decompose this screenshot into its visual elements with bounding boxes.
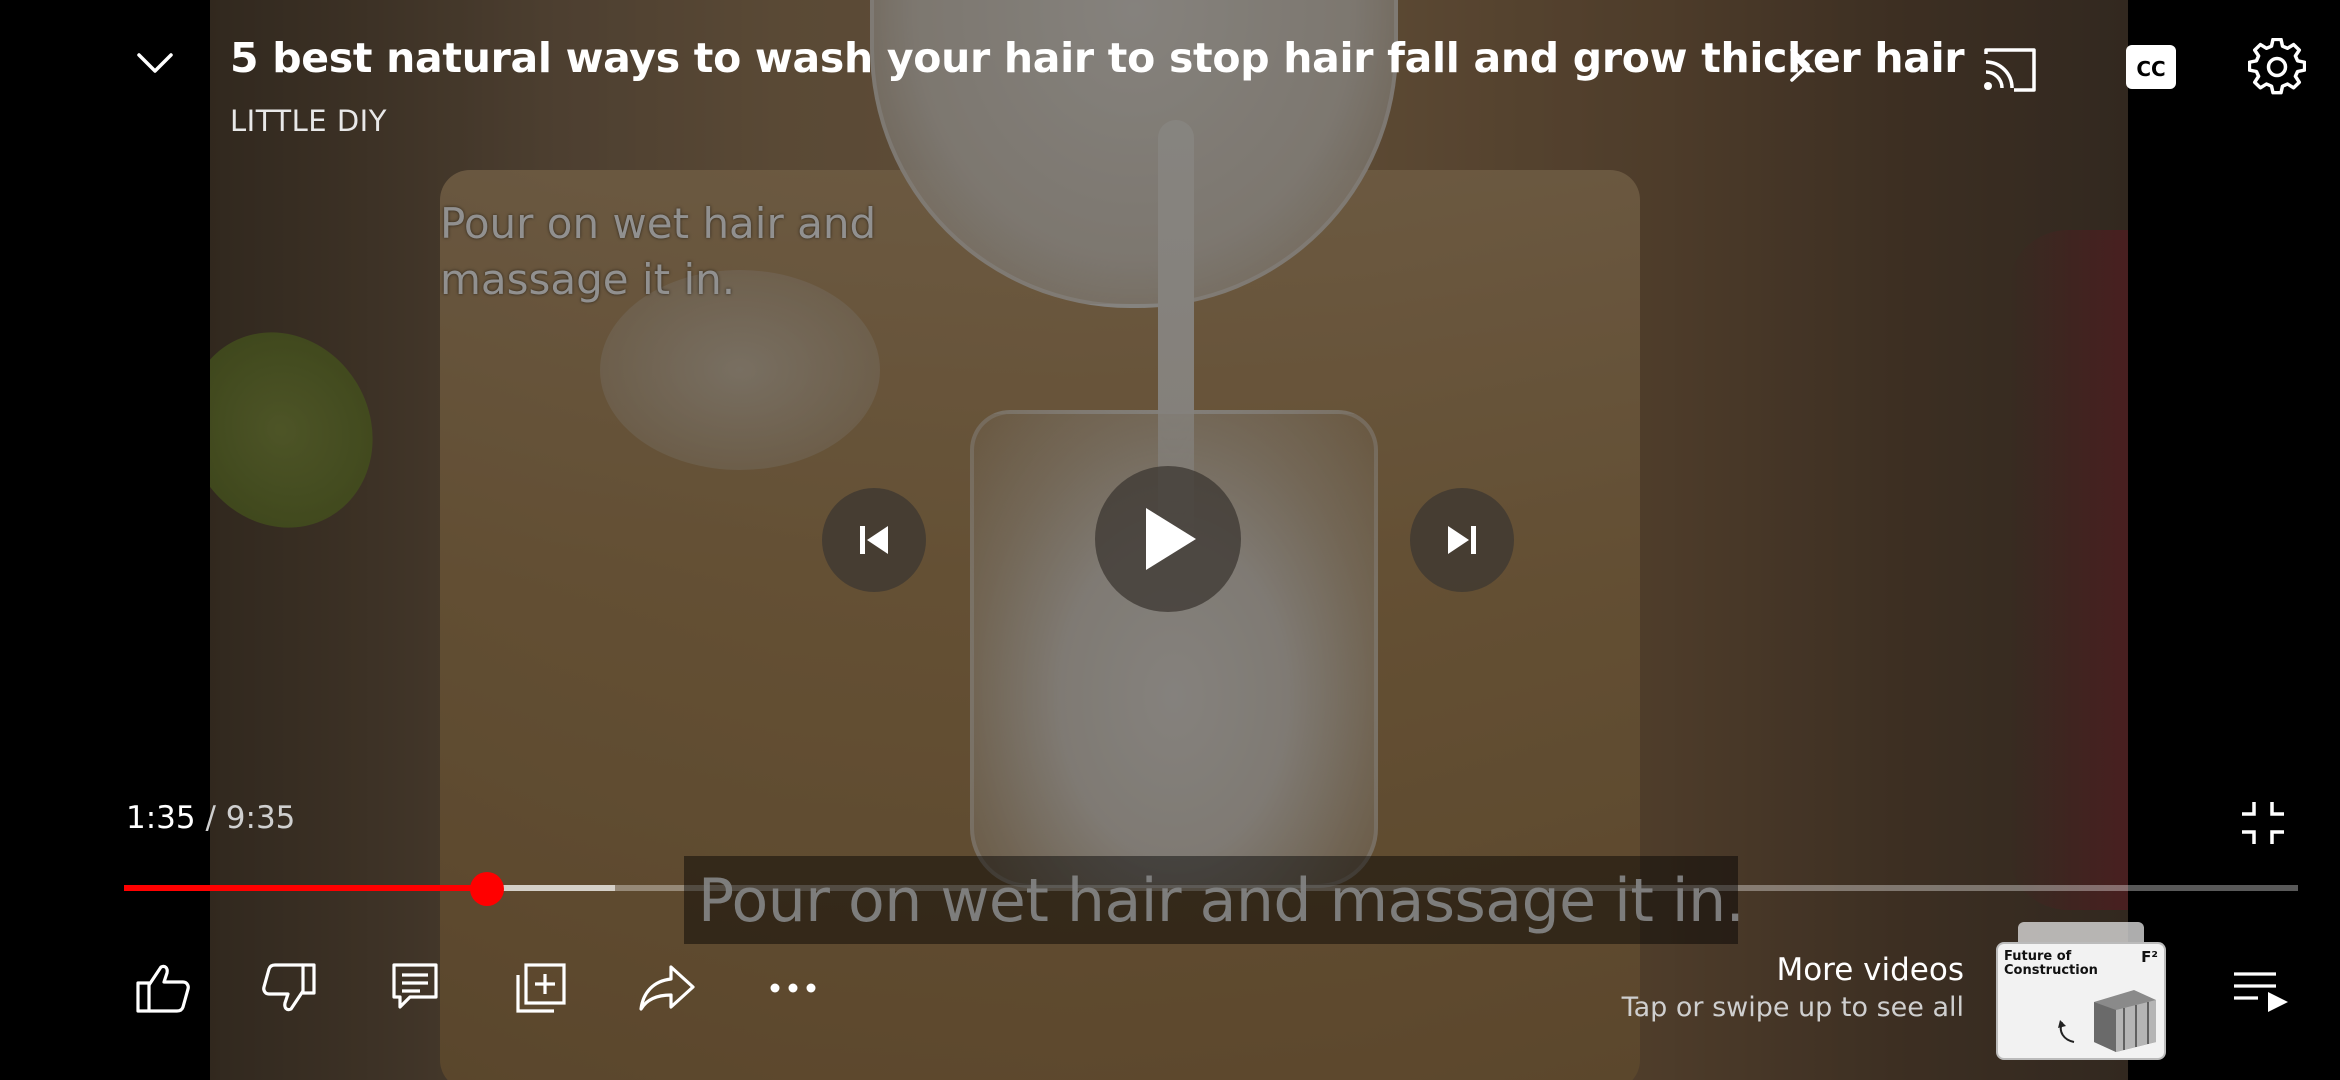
more-videos-subtitle: Tap or swipe up to see all <box>1621 992 1964 1023</box>
cast-icon[interactable] <box>1980 40 2040 100</box>
time-separator: / <box>195 800 226 836</box>
duration: 9:35 <box>225 800 296 836</box>
gear-icon[interactable] <box>2248 38 2306 96</box>
thumbnail-stack-back <box>2018 922 2144 942</box>
play-icon[interactable] <box>1095 466 1241 612</box>
chevron-right-icon[interactable] <box>1780 40 1820 90</box>
caption-lower: Pour on wet hair and massage it in. <box>698 866 1745 936</box>
add-to-playlist-icon[interactable] <box>508 955 574 1021</box>
thumbs-up-icon[interactable] <box>130 955 196 1021</box>
caption-upper: Pour on wet hair and massage it in. <box>440 199 877 304</box>
comment-icon[interactable] <box>382 955 448 1021</box>
time-display: 1:35 / 9:35 <box>126 800 295 836</box>
skip-previous-icon[interactable] <box>822 488 926 592</box>
building-illustration <box>2058 990 2156 1052</box>
thumbnail-text: Future of Construction <box>2004 949 2098 978</box>
channel-name[interactable]: LITTLE DIY <box>230 104 387 138</box>
closed-captions-icon[interactable]: CC <box>2124 42 2178 92</box>
thumbnail-logo: F² <box>2141 948 2158 966</box>
more-videos-title: More videos <box>1776 952 1964 988</box>
thumbs-down-icon[interactable] <box>256 955 322 1021</box>
exit-fullscreen-icon[interactable] <box>2240 800 2286 846</box>
more-videos[interactable]: More videos Tap or swipe up to see all <box>1622 950 1964 1026</box>
chevron-down-icon[interactable] <box>130 38 180 88</box>
top-bar: 5 best natural ways to wash your hair to… <box>0 0 2340 150</box>
thumbnail-card: Future of Construction F² <box>1996 942 2166 1060</box>
more-horizontal-icon[interactable] <box>760 955 826 1021</box>
video-title[interactable]: 5 best natural ways to wash your hair to… <box>230 34 1965 82</box>
playlist-play-icon[interactable] <box>2232 968 2290 1012</box>
share-icon[interactable] <box>634 955 700 1021</box>
svg-text:CC: CC <box>2136 57 2165 81</box>
skip-next-icon[interactable] <box>1410 488 1514 592</box>
seek-handle[interactable] <box>470 872 505 906</box>
more-videos-thumbnail[interactable]: Future of Construction F² <box>1996 922 2168 1060</box>
played-bar <box>124 885 488 891</box>
current-time: 1:35 <box>126 800 196 836</box>
